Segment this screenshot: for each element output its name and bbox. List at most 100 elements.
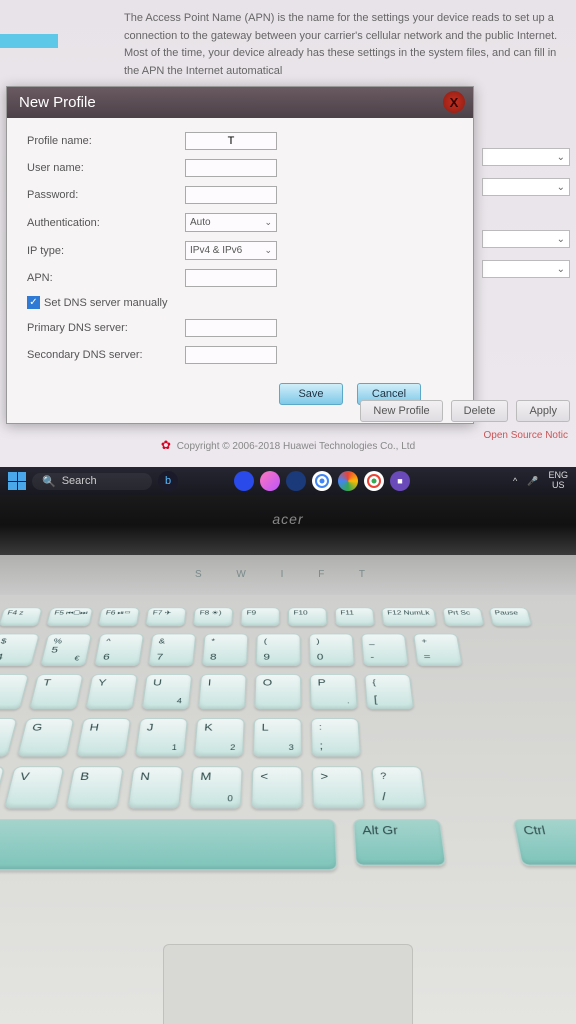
- ip-type-label: IP type:: [27, 245, 185, 257]
- key: *8: [202, 634, 249, 666]
- save-button[interactable]: Save: [279, 383, 343, 405]
- key: I: [198, 674, 247, 709]
- chevron-down-icon: ⌄: [557, 234, 565, 245]
- key: J1: [135, 718, 188, 757]
- chevron-down-icon: ⌄: [264, 245, 272, 256]
- apply-button[interactable]: Apply: [516, 400, 570, 422]
- taskbar-search[interactable]: 🔍 Search: [32, 473, 152, 490]
- key: P.: [310, 674, 358, 709]
- dialog-title-text: New Profile: [19, 94, 96, 111]
- taskbar-app-icon[interactable]: [234, 471, 254, 491]
- check-icon: ✓: [29, 297, 37, 308]
- taskbar-bing-icon[interactable]: b: [158, 471, 178, 491]
- dialog-body: Profile name: User name: Password: Authe…: [7, 118, 473, 423]
- key: >: [312, 766, 365, 808]
- key: Y: [85, 674, 138, 709]
- chevron-down-icon: ⌄: [557, 264, 565, 275]
- key: M0: [189, 766, 243, 808]
- key: )0: [309, 634, 355, 666]
- apn-label: APN:: [27, 272, 185, 284]
- dialog-close-button[interactable]: X: [443, 91, 465, 113]
- key: B: [66, 766, 124, 808]
- user-name-input[interactable]: [185, 159, 277, 177]
- key: :;: [311, 718, 361, 757]
- key-fn: F10: [288, 608, 327, 627]
- dns-manual-checkbox[interactable]: ✓: [27, 296, 40, 309]
- key: {[: [364, 674, 414, 709]
- key: O: [254, 674, 301, 709]
- page-dropdown[interactable]: ⌄: [482, 230, 570, 248]
- key: G: [17, 718, 74, 757]
- secondary-dns-input[interactable]: [185, 346, 277, 364]
- key-fn: Prt Sc: [442, 608, 484, 627]
- chevron-down-icon: ⌄: [264, 217, 272, 228]
- key: R: [0, 674, 29, 709]
- key: U4: [142, 674, 193, 709]
- key: L3: [253, 718, 302, 757]
- key-ctrl: Ctrl▦: [513, 819, 576, 866]
- region-indicator: US: [548, 481, 568, 491]
- password-input[interactable]: [185, 186, 277, 204]
- key: V: [4, 766, 65, 808]
- delete-button[interactable]: Delete: [451, 400, 509, 422]
- dns-manual-label: Set DNS server manually: [44, 297, 168, 309]
- key-space: [0, 819, 338, 870]
- close-icon: X: [450, 95, 459, 110]
- key-fn: F7 ✈: [146, 608, 187, 627]
- search-icon: 🔍: [42, 475, 56, 488]
- tray-mic-icon[interactable]: 🎤: [527, 476, 538, 487]
- huawei-logo-icon: ✿: [161, 438, 171, 452]
- tray-chevron-icon[interactable]: ^: [513, 476, 517, 486]
- profile-name-label: Profile name:: [27, 135, 185, 147]
- key: (9: [256, 634, 301, 666]
- apn-input[interactable]: [185, 269, 277, 287]
- page-selects: ⌄ ⌄ ⌄ ⌄: [482, 148, 570, 290]
- dialog-titlebar: New Profile X: [7, 87, 473, 118]
- key-fn: Pause: [488, 608, 531, 627]
- key: _-: [361, 634, 409, 666]
- page-dropdown[interactable]: ⌄: [482, 260, 570, 278]
- key: %5€: [40, 634, 92, 666]
- laptop-touchpad: [163, 944, 413, 1024]
- chevron-down-icon: ⌄: [557, 152, 565, 163]
- key: &7: [148, 634, 196, 666]
- key: T: [29, 674, 84, 709]
- key-fn: F8 ☀): [193, 608, 233, 627]
- password-label: Password:: [27, 189, 185, 201]
- copyright-text: ✿ Copyright © 2006-2018 Huawei Technolog…: [0, 438, 576, 452]
- taskbar-chrome-icon[interactable]: [364, 471, 384, 491]
- ip-type-select[interactable]: IPv4 & IPv6 ⌄: [185, 241, 277, 260]
- key-fn: F5 ⏮▢⏭: [46, 608, 94, 627]
- key-altgr: Alt Gr: [353, 819, 447, 866]
- laptop-keyboard: F4 zF5 ⏮▢⏭F6 ⏯▭F7 ✈F8 ☀)F9F10F11F12 NumL…: [0, 595, 576, 1024]
- key: N: [127, 766, 183, 808]
- key: +=: [413, 634, 463, 666]
- authentication-label: Authentication:: [27, 217, 185, 229]
- page-dropdown[interactable]: ⌄: [482, 148, 570, 166]
- key: H: [76, 718, 131, 757]
- key: ^6: [94, 634, 144, 666]
- taskbar-app-icon[interactable]: ■: [390, 471, 410, 491]
- taskbar-app-icon[interactable]: [260, 471, 280, 491]
- sidebar-highlight: [0, 34, 58, 48]
- profile-name-input[interactable]: [185, 132, 277, 150]
- start-button[interactable]: [8, 472, 26, 490]
- taskbar-chrome-icon[interactable]: [312, 471, 332, 491]
- key-fn: F11: [335, 608, 375, 627]
- key-fn: F6 ⏯▭: [98, 608, 140, 627]
- secondary-dns-label: Secondary DNS server:: [27, 349, 185, 361]
- key-fn: F12 NumLk: [382, 608, 437, 627]
- taskbar-app-icon[interactable]: [286, 471, 306, 491]
- laptop-bezel: acer: [0, 495, 576, 555]
- laptop-hinge: S W I F T: [0, 555, 576, 595]
- primary-dns-label: Primary DNS server:: [27, 322, 185, 334]
- screen-area: The Access Point Name (APN) is the name …: [0, 0, 576, 495]
- new-profile-button[interactable]: New Profile: [360, 400, 442, 422]
- key: F: [0, 718, 18, 757]
- authentication-select[interactable]: Auto ⌄: [185, 213, 277, 232]
- user-name-label: User name:: [27, 162, 185, 174]
- primary-dns-input[interactable]: [185, 319, 277, 337]
- page-dropdown[interactable]: ⌄: [482, 178, 570, 196]
- new-profile-dialog: New Profile X Profile name: User name: P…: [6, 86, 474, 424]
- taskbar-app-icon[interactable]: [338, 471, 358, 491]
